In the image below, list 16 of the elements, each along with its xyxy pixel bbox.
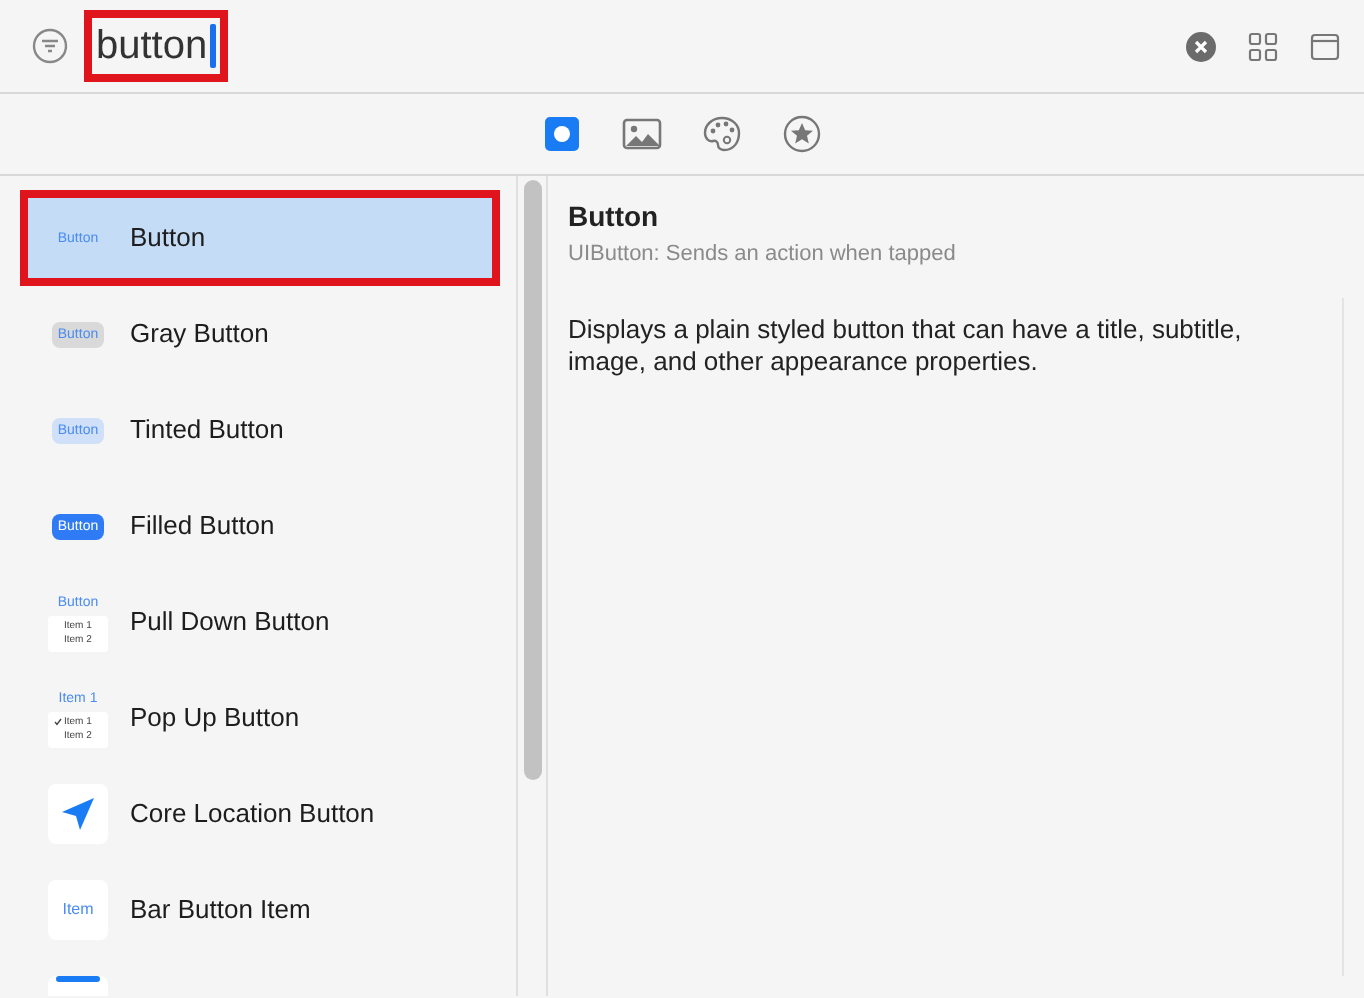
filter-icon[interactable] <box>32 28 68 64</box>
detail-title: Button <box>568 198 661 236</box>
scrollbar-thumb[interactable] <box>524 180 542 780</box>
detail-description: Displays a plain styled button that can have a title, subtitle, image, and other appearance properties. <box>568 313 1242 375</box>
window-icon[interactable] <box>1310 31 1340 61</box>
detail-subtitle: UIButton: Sends an action when tapped <box>568 240 958 270</box>
bar-item-preview: Item <box>48 880 108 940</box>
grid-icon[interactable] <box>1248 31 1278 61</box>
list-item[interactable]: Item Bar Button Item <box>20 862 500 958</box>
palette-icon[interactable] <box>702 114 742 154</box>
list-item[interactable]: Core Location Button <box>20 766 500 862</box>
object-icon[interactable] <box>542 114 582 154</box>
search-field[interactable]: button <box>84 10 228 82</box>
image-icon[interactable] <box>622 114 662 154</box>
bar-icon <box>56 976 100 984</box>
clear-icon[interactable] <box>1186 31 1216 61</box>
